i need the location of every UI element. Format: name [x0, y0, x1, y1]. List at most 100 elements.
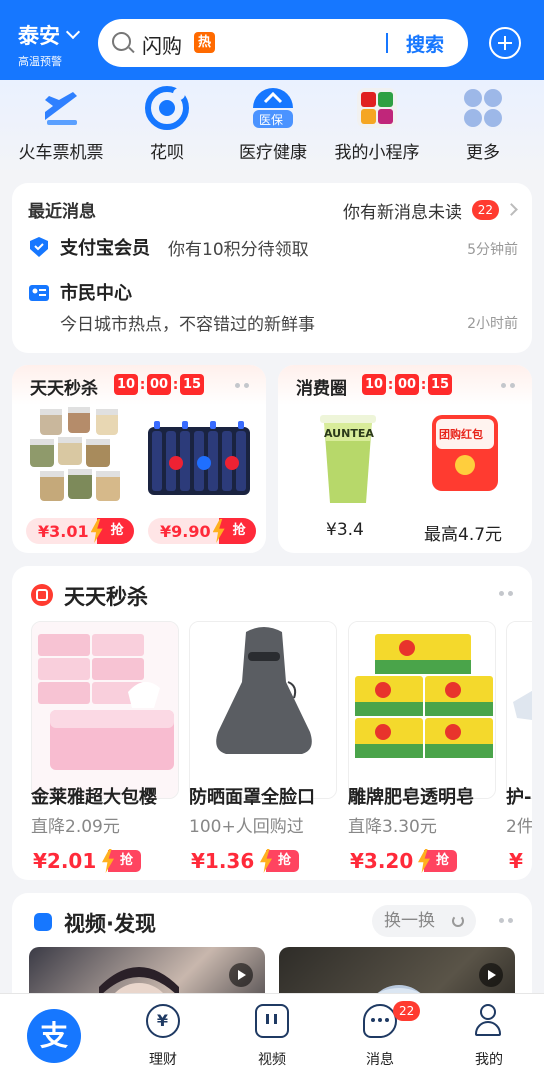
face-mask-graphic [190, 622, 336, 798]
product-image-sun-mask[interactable] [189, 621, 337, 799]
refresh-label: 换一换 [384, 911, 435, 931]
tab-label: 我的 [475, 1052, 503, 1068]
messages-title: 最近消息 [28, 202, 96, 222]
timer-seconds: 15 [428, 374, 452, 395]
search-bar[interactable]: 闪购 热 搜索 [98, 19, 468, 67]
member-icon [30, 237, 48, 257]
flash-price: ¥9.90 [160, 521, 211, 541]
shortcut-label: 医疗健康 [239, 143, 307, 163]
grab-button[interactable]: 抢 [212, 518, 256, 544]
group-buy-redpacket-image[interactable]: 团购红包 [432, 415, 498, 491]
more-options-icon[interactable] [501, 383, 515, 388]
huabei-icon [145, 86, 189, 130]
lightning-icon [418, 849, 430, 873]
search-icon [112, 32, 131, 51]
profile-icon [472, 1004, 506, 1038]
countdown-timer: 10 : 00 : 15 [362, 374, 452, 395]
message-text[interactable]: 今日城市热点，不容错过的新鲜事 [60, 310, 315, 335]
auntea-drink-image[interactable]: AUNTEA [318, 411, 378, 507]
unread-text[interactable]: 你有新消息未读 [343, 198, 462, 223]
timer-colon: : [172, 376, 179, 393]
weather-alert: 高温预警 [18, 55, 62, 68]
play-icon [229, 963, 253, 987]
message-sender[interactable]: 市民中心 [60, 279, 132, 305]
product-name[interactable]: 护- [506, 783, 531, 809]
timer-minutes: 00 [395, 374, 419, 395]
product-image-partial[interactable] [506, 621, 532, 799]
message-time: 5分钟前 [467, 242, 518, 258]
redpacket-text: 团购红包 [439, 428, 483, 441]
refresh-button[interactable]: 换一换 [372, 905, 476, 937]
search-input[interactable]: 闪购 [142, 30, 182, 59]
shortcut-huabei[interactable]: 花呗 [112, 86, 222, 163]
timer-colon: : [387, 376, 394, 393]
add-icon[interactable] [489, 27, 521, 59]
flash-price-pill[interactable]: ¥3.01 抢 [26, 518, 134, 544]
shortcut-label: 花呗 [150, 143, 184, 163]
message-text[interactable]: 你有10积分待领取 [168, 235, 309, 260]
home-tab-alipay-icon[interactable]: 支 [27, 1009, 81, 1063]
citizen-center-icon [29, 285, 49, 301]
timer-seconds: 15 [180, 374, 204, 395]
seckill-title: 天天秒杀 [64, 585, 148, 609]
consumption-title: 消费圈 [296, 379, 347, 399]
tab-label: 理财 [149, 1052, 177, 1068]
timer-colon: : [139, 376, 146, 393]
more-options-icon[interactable] [499, 591, 513, 596]
grab-button[interactable]: 抢 [418, 849, 458, 873]
consumption-circle-card[interactable]: 消费圈 10 : 00 : 15 AUNTEA 团购红包 ¥3.4 最高4.7元 [278, 365, 532, 553]
flash-sale-mini-card[interactable]: 天天秒杀 10 : 00 : 15 ¥3.01 抢 ¥9.90 抢 [12, 365, 266, 553]
product-image-cola-pack [148, 421, 250, 495]
product-subtitle: 直降3.30元 [348, 817, 437, 837]
grab-label: 抢 [120, 853, 134, 868]
product-image-tissue[interactable] [31, 621, 179, 799]
grab-label: 抢 [232, 523, 246, 538]
city-name: 泰安 [18, 24, 60, 48]
grab-label: 抢 [278, 853, 292, 868]
shortcut-medical[interactable]: 医保 医疗健康 [218, 86, 328, 163]
more-options-icon[interactable] [499, 918, 513, 923]
top-header: 泰安 高温预警 闪购 热 搜索 [0, 0, 544, 80]
more-icon [461, 86, 505, 130]
countdown-timer: 10 : 00 : 15 [114, 374, 204, 395]
product-subtitle: 2件 [506, 817, 532, 837]
chevron-right-icon [505, 203, 518, 216]
grab-label: 抢 [110, 523, 124, 538]
timer-hours: 10 [362, 374, 386, 395]
message-time: 2小时前 [467, 316, 518, 332]
product-price: ¥2.01 [33, 849, 97, 873]
shortcut-mini-programs[interactable]: 我的小程序 [322, 86, 432, 163]
video-title: 视频·发现 [64, 912, 156, 936]
grab-button[interactable]: 抢 [90, 518, 134, 544]
product-image-soap[interactable] [348, 621, 496, 799]
tab-wealth[interactable]: ¥ 理财 [123, 1004, 203, 1069]
more-options-icon[interactable] [235, 383, 249, 388]
product-name[interactable]: 防晒面罩全脸口 [189, 783, 315, 809]
message-icon [363, 1004, 397, 1038]
tab-label: 消息 [366, 1052, 394, 1068]
search-divider [386, 33, 388, 53]
mini-programs-icon [355, 86, 399, 130]
unread-count-badge: 22 [471, 200, 499, 220]
refresh-icon [452, 915, 464, 927]
flash-price-pill[interactable]: ¥9.90 抢 [148, 518, 256, 544]
bottom-tab-bar: 支 ¥ 理财 视频 消息 22 我的 [0, 993, 544, 1080]
recent-messages-card[interactable]: 最近消息 你有新消息未读 22 支付宝会员 你有10积分待领取 5分钟前 市民中… [12, 183, 532, 353]
grab-button[interactable]: 抢 [260, 849, 300, 873]
tab-video[interactable]: 视频 [232, 1004, 312, 1069]
shortcut-label: 我的小程序 [334, 143, 420, 163]
lightning-icon [102, 849, 114, 873]
search-button[interactable]: 搜索 [406, 30, 444, 57]
shortcut-train-plane[interactable]: 火车票机票 [6, 86, 116, 163]
grab-button[interactable]: 抢 [102, 849, 142, 873]
medical-insurance-icon: 医保 [251, 86, 295, 130]
tab-profile[interactable]: 我的 [449, 1004, 529, 1069]
timer-colon: : [420, 376, 427, 393]
city-row: 泰安 [18, 20, 81, 50]
message-sender[interactable]: 支付宝会员 [60, 234, 150, 260]
location-selector[interactable]: 泰安 高温预警 [18, 20, 81, 69]
shortcut-more[interactable]: 更多 [428, 86, 538, 163]
product-name[interactable]: 雕牌肥皂透明皂 [348, 783, 474, 809]
timer-hours: 10 [114, 374, 138, 395]
product-name[interactable]: 金莱雅超大包樱 [31, 783, 157, 809]
